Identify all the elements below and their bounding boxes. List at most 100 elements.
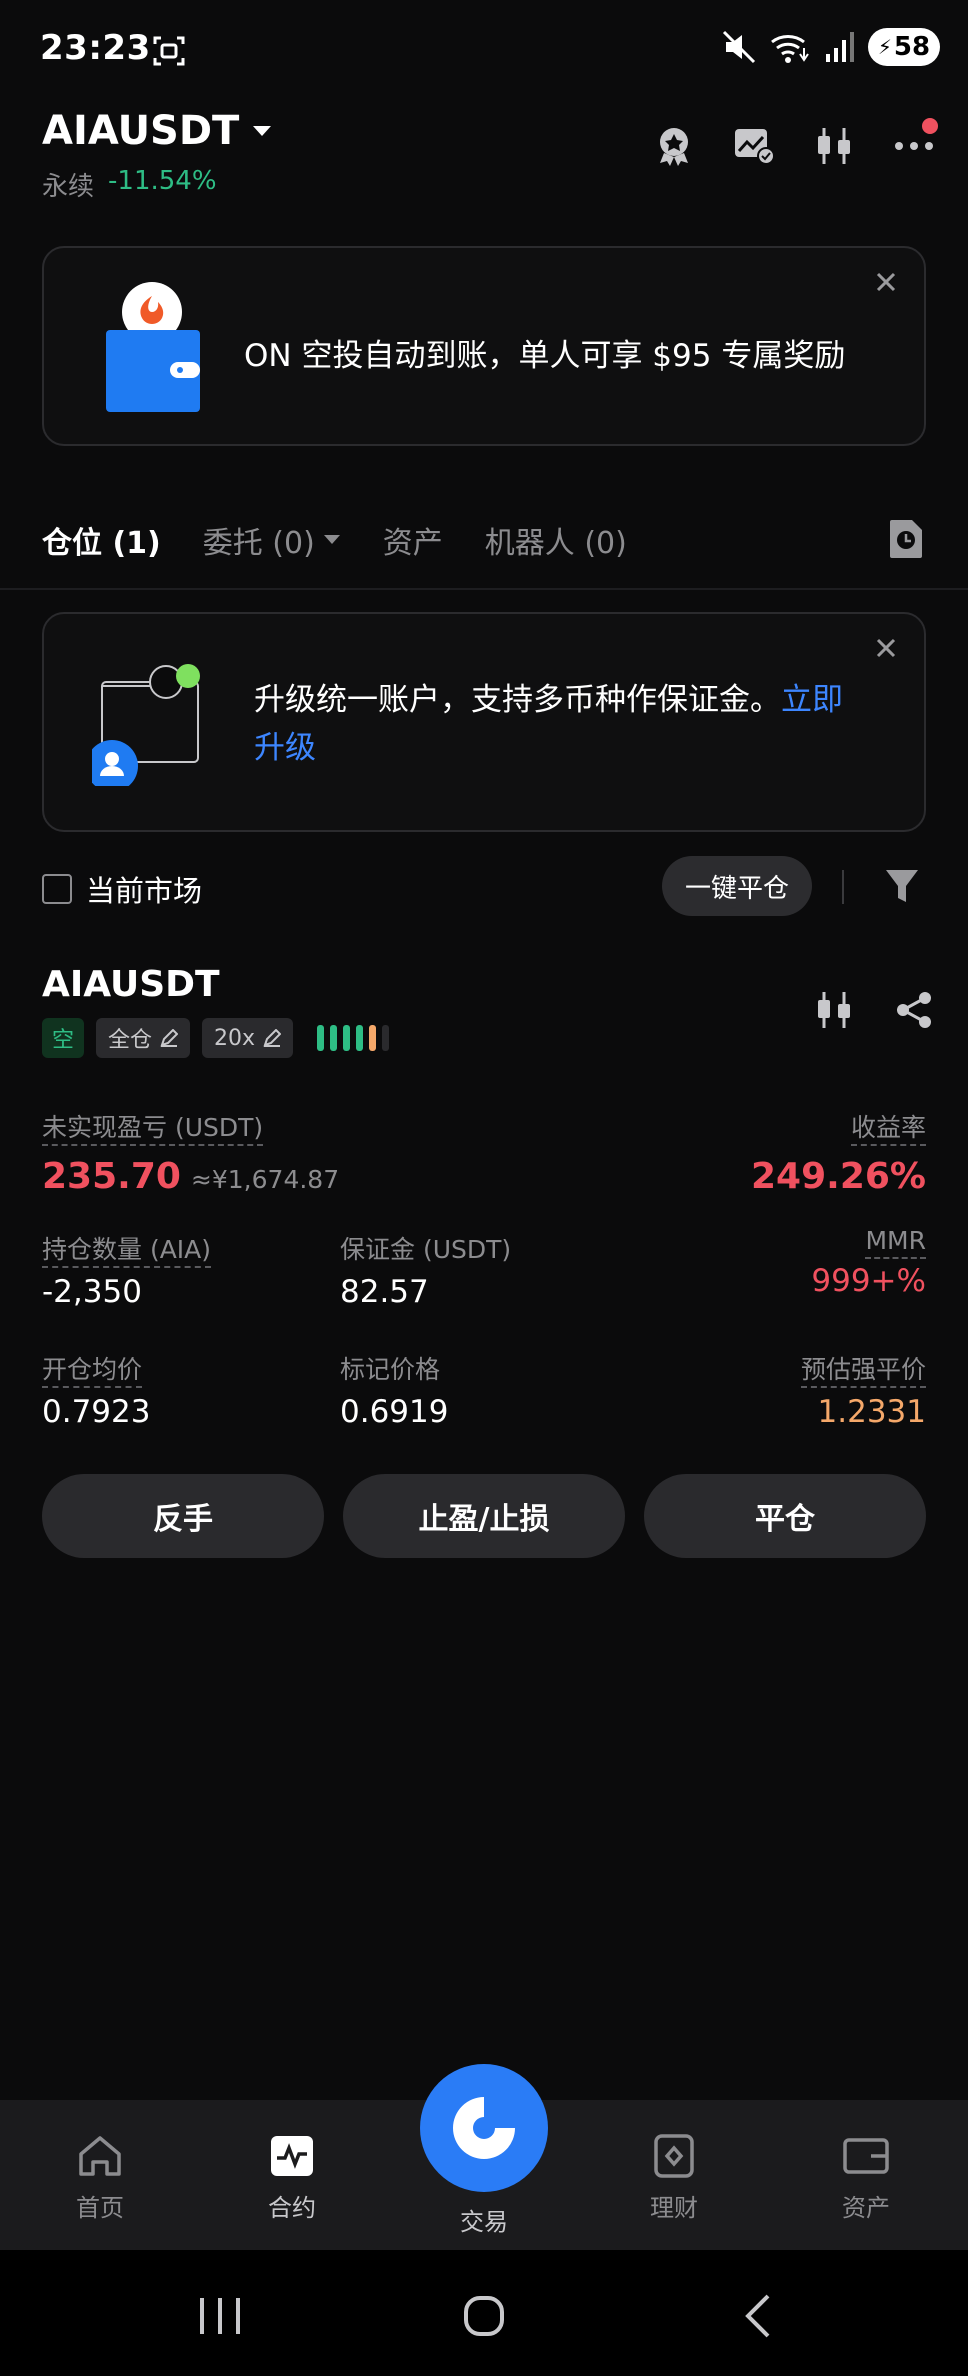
risk-bar <box>343 1025 351 1051</box>
liq-price-block: 预估强平价 1.2331 <box>800 1350 926 1430</box>
wallet-icon <box>843 2138 889 2174</box>
edit-icon <box>160 1029 179 1047</box>
nav-earn[interactable]: 理财 <box>614 2134 734 2223</box>
mark-price-block: 标记价格 0.6919 <box>340 1350 448 1430</box>
tpsl-button[interactable]: 止盈/止损 <box>343 1474 625 1558</box>
leverage-tag[interactable]: 20x <box>202 1018 294 1058</box>
candlestick-icon[interactable] <box>812 124 856 168</box>
roe-label[interactable]: 收益率 <box>850 1113 926 1146</box>
margin-value: 82.57 <box>340 1274 429 1310</box>
unrealized-pnl-block: 未实现盈亏 (USDT) 235.70 ≈¥1,674.87 <box>42 1108 339 1197</box>
caret-down-icon <box>323 535 340 544</box>
wallet-illustration-icon <box>100 282 200 412</box>
tab-bots[interactable]: 机器人 (0) <box>485 518 627 562</box>
position-tags: 空 全仓 20x <box>42 1018 390 1058</box>
home-button-icon[interactable] <box>454 2286 514 2346</box>
roe-block: 收益率 249.26% <box>751 1108 926 1197</box>
tab-orders[interactable]: 委托 (0) <box>203 518 341 562</box>
close-all-button[interactable]: 一键平仓 <box>662 856 812 916</box>
airdrop-banner-text: ON 空投自动到账，单人可享 $95 专属奖励 <box>244 338 846 374</box>
back-icon[interactable] <box>730 2286 790 2346</box>
position-actions <box>812 988 936 1032</box>
pair-subtitle: 永续 -11.54% <box>42 166 217 203</box>
nav-futures[interactable]: 合约 <box>232 2134 352 2223</box>
entry-price-value: 0.7923 <box>42 1394 151 1430</box>
home-icon <box>79 2136 121 2176</box>
close-icon[interactable] <box>868 630 904 666</box>
margin-mode-tag[interactable]: 全仓 <box>96 1018 191 1058</box>
price-change: -11.54% <box>108 166 217 196</box>
nav-home[interactable]: 首页 <box>40 2134 160 2223</box>
close-icon[interactable] <box>868 264 904 300</box>
reverse-button[interactable]: 反手 <box>42 1474 324 1558</box>
more-icon[interactable] <box>892 118 938 168</box>
contract-type: 永续 <box>42 172 95 202</box>
share-icon[interactable] <box>892 988 936 1032</box>
earn-icon <box>654 2134 694 2178</box>
risk-bar <box>356 1025 364 1051</box>
pair-name: AIAUSDT <box>42 108 240 154</box>
status-icons: ⚡ 58 <box>722 28 940 66</box>
unrealized-pnl-label[interactable]: 未实现盈亏 (USDT) <box>42 1113 264 1146</box>
nav-trade-label[interactable]: 交易 <box>424 2202 544 2237</box>
tab-assets[interactable]: 资产 <box>383 518 443 562</box>
filter-icon[interactable] <box>884 866 920 906</box>
current-market-checkbox[interactable] <box>42 874 72 904</box>
header-actions <box>652 118 938 168</box>
unrealized-pnl-cny: ≈¥1,674.87 <box>190 1165 340 1194</box>
futures-icon <box>271 2136 313 2176</box>
edit-icon <box>263 1029 282 1047</box>
unified-account-banner[interactable]: 升级统一账户，支持多币种作保证金。立即升级 <box>42 612 926 832</box>
caret-down-icon <box>253 126 272 136</box>
trade-icon <box>453 2097 515 2159</box>
risk-bar <box>369 1025 377 1051</box>
mmr-block: MMR 999+% <box>811 1226 926 1299</box>
position-tabs: 仓位 (1) 委托 (0) 资产 机器人 (0) <box>42 518 627 562</box>
mark-price-value: 0.6919 <box>340 1394 449 1430</box>
candlestick-icon[interactable] <box>812 988 856 1032</box>
mark-price-label: 标记价格 <box>340 1355 441 1384</box>
margin-block: 保证金 (USDT) 82.57 <box>340 1230 511 1310</box>
account-upgrade-icon <box>86 662 202 792</box>
mute-icon <box>722 30 756 64</box>
liq-price-label[interactable]: 预估强平价 <box>800 1355 926 1388</box>
airdrop-banner[interactable]: ON 空投自动到账，单人可享 $95 专属奖励 <box>42 246 926 446</box>
battery-indicator: ⚡ 58 <box>868 28 940 66</box>
unrealized-pnl-value: 235.70 <box>42 1156 181 1197</box>
entry-price-block: 开仓均价 0.7923 <box>42 1350 150 1430</box>
side-tag: 空 <box>42 1018 85 1058</box>
charging-icon: ⚡ <box>877 35 892 59</box>
notification-dot <box>922 118 938 134</box>
history-icon[interactable] <box>888 518 924 558</box>
risk-bar <box>382 1025 390 1051</box>
recent-apps-icon[interactable] <box>190 2286 250 2346</box>
liq-price-value: 1.2331 <box>817 1394 926 1430</box>
divider <box>842 870 844 904</box>
chart-settings-icon[interactable] <box>732 124 776 168</box>
risk-bar <box>330 1025 338 1051</box>
wifi-icon <box>771 35 809 63</box>
current-market-filter[interactable]: 当前市场 <box>42 868 202 910</box>
system-nav-bar <box>0 2250 968 2376</box>
close-position-button[interactable]: 平仓 <box>644 1474 926 1558</box>
medal-icon[interactable] <box>652 124 696 168</box>
position-size-label[interactable]: 持仓数量 (AIA) <box>42 1235 212 1268</box>
screen-record-icon <box>152 34 186 68</box>
position-symbol[interactable]: AIAUSDT <box>42 964 220 1005</box>
trade-button[interactable] <box>420 2064 548 2192</box>
pair-selector[interactable]: AIAUSDT <box>42 108 273 154</box>
signal-icon <box>826 32 854 62</box>
mmr-value: 999+% <box>811 1263 926 1299</box>
mmr-label[interactable]: MMR <box>865 1226 926 1259</box>
unified-account-text: 升级统一账户，支持多币种作保证金。立即升级 <box>254 682 843 766</box>
roe-value: 249.26% <box>751 1156 926 1197</box>
status-time: 23:23 <box>40 28 151 68</box>
risk-bar <box>317 1025 325 1051</box>
current-market-label: 当前市场 <box>86 874 203 908</box>
position-size-value: -2,350 <box>42 1274 142 1310</box>
nav-assets[interactable]: 资产 <box>806 2134 926 2223</box>
position-size-block: 持仓数量 (AIA) -2,350 <box>42 1230 212 1310</box>
tab-positions[interactable]: 仓位 (1) <box>42 518 161 562</box>
margin-label: 保证金 (USDT) <box>340 1235 512 1264</box>
entry-price-label[interactable]: 开仓均价 <box>42 1355 143 1388</box>
